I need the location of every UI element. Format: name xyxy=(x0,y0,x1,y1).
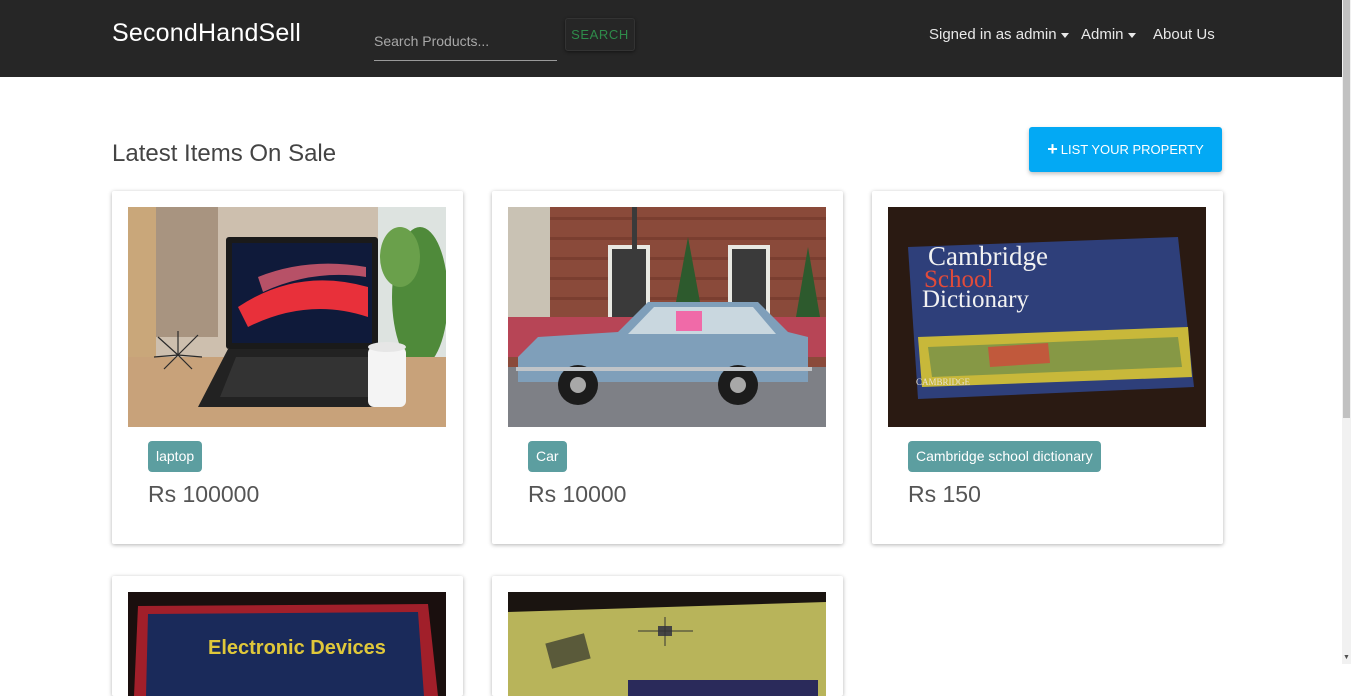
navbar: SecondHandSell SEARCH Signed in as admin… xyxy=(0,0,1342,77)
product-image-laptop[interactable] xyxy=(128,207,446,427)
scroll-down-arrow-icon[interactable]: ▼ xyxy=(1342,651,1351,664)
product-image-dictionary[interactable]: Cambridge School Dictionary CAMBRIDGE xyxy=(888,207,1206,427)
page-title: Latest Items On Sale xyxy=(112,140,337,167)
product-image-electronics-book[interactable] xyxy=(508,592,826,696)
svg-text:CAMBRIDGE: CAMBRIDGE xyxy=(916,377,971,387)
book-cover-title: Electronic Devices xyxy=(208,637,386,659)
svg-text:Dictionary: Dictionary xyxy=(922,286,1029,313)
about-us-link[interactable]: About Us xyxy=(1153,26,1215,43)
plus-icon: + xyxy=(1047,138,1058,159)
product-card[interactable]: Car Rs 10000 xyxy=(492,191,843,544)
product-card[interactable]: Cambridge School Dictionary CAMBRIDGE Ca… xyxy=(872,191,1223,544)
search-input[interactable] xyxy=(374,21,557,61)
brand-logo[interactable]: SecondHandSell xyxy=(112,19,301,48)
product-image-car[interactable] xyxy=(508,207,826,427)
user-menu-label: Signed in as admin xyxy=(929,26,1057,43)
user-menu-dropdown[interactable]: Signed in as admin xyxy=(929,26,1069,43)
product-price: Rs 150 xyxy=(908,481,981,507)
product-image-electronic-devices[interactable]: Electronic Devices xyxy=(128,592,446,696)
product-card[interactable] xyxy=(492,576,843,696)
search-button[interactable]: SEARCH xyxy=(565,18,635,51)
product-tag[interactable]: laptop xyxy=(148,441,203,472)
admin-menu-label: Admin xyxy=(1081,26,1124,43)
list-property-button[interactable]: + LIST YOUR PROPERTY xyxy=(1029,127,1222,172)
product-price: Rs 10000 xyxy=(528,481,627,507)
list-property-label: LIST YOUR PROPERTY xyxy=(1060,142,1204,157)
product-card[interactable]: laptop Rs 100000 xyxy=(112,191,463,544)
product-price: Rs 100000 xyxy=(148,481,260,507)
product-card[interactable]: Electronic Devices xyxy=(112,576,463,696)
caret-down-icon xyxy=(1060,32,1069,38)
product-tag[interactable]: Cambridge school dictionary xyxy=(908,441,1101,472)
admin-menu-dropdown[interactable]: Admin xyxy=(1081,26,1136,43)
caret-down-icon xyxy=(1127,32,1136,38)
product-tag[interactable]: Car xyxy=(528,441,567,472)
scrollbar-thumb[interactable] xyxy=(1343,0,1350,418)
